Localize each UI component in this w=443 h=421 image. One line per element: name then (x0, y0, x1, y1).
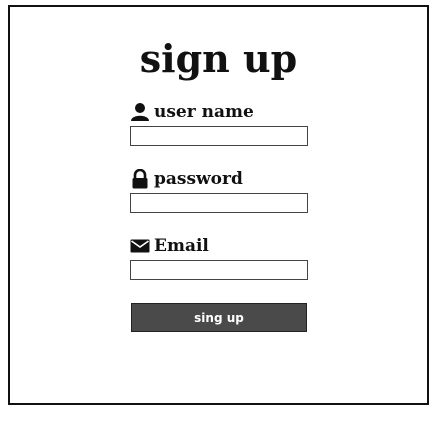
email-input[interactable] (130, 260, 308, 280)
username-label: user name (130, 101, 308, 123)
password-field-group: password (130, 168, 308, 213)
password-label-text: password (154, 169, 243, 189)
signup-card: sign up user name password Email sing up (8, 5, 429, 405)
password-input[interactable] (130, 193, 308, 213)
envelope-icon (130, 236, 150, 256)
user-icon (130, 102, 150, 122)
email-label: Email (130, 235, 308, 257)
email-field-group: Email (130, 235, 308, 280)
page-title: sign up (139, 36, 298, 81)
username-label-text: user name (154, 102, 254, 122)
password-label: password (130, 168, 308, 190)
username-input[interactable] (130, 126, 308, 146)
lock-icon (130, 169, 150, 189)
username-field-group: user name (130, 101, 308, 146)
email-label-text: Email (154, 236, 209, 256)
sign-up-button[interactable]: sing up (131, 303, 307, 332)
